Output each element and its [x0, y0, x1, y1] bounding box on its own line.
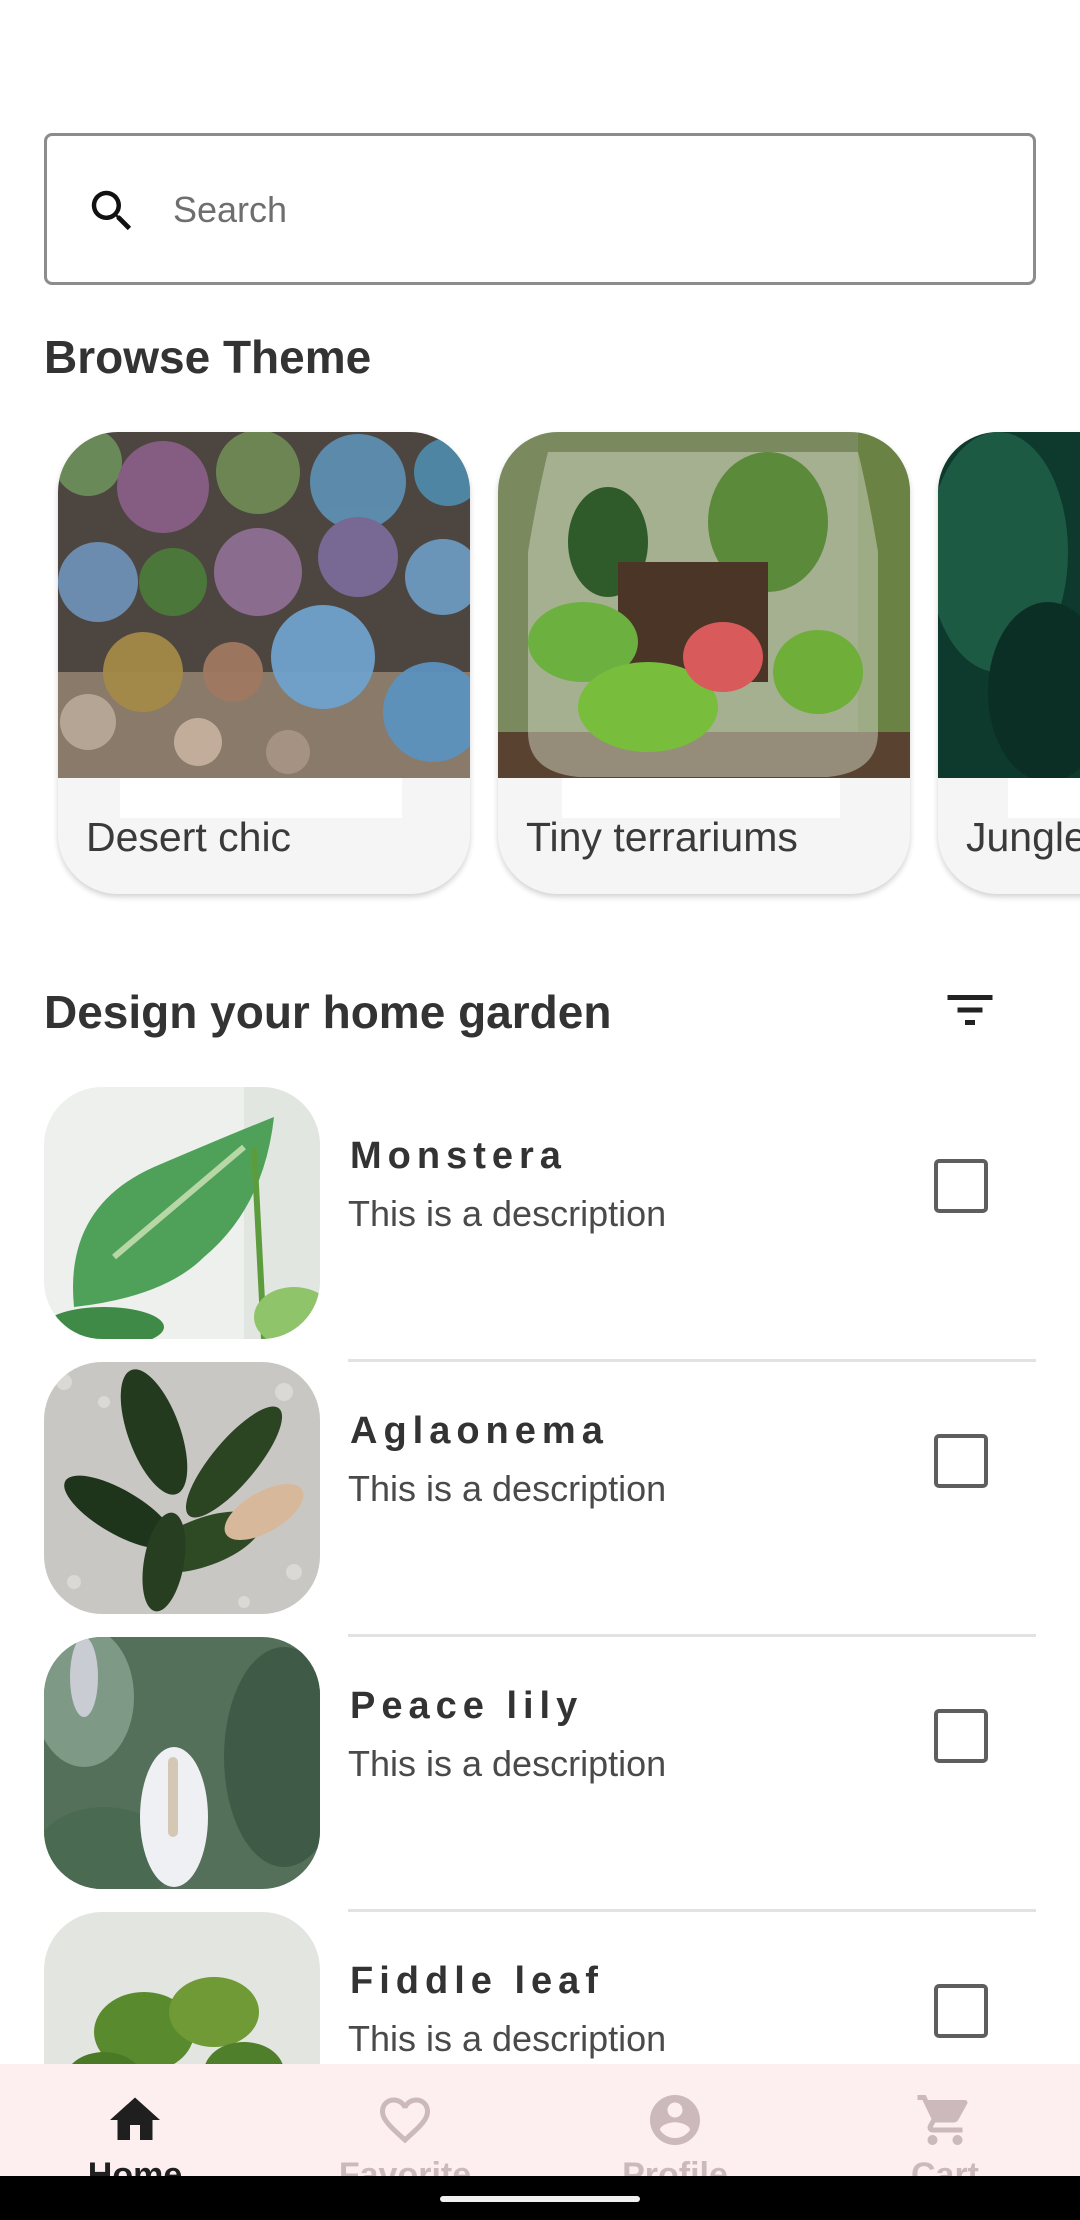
plant-image-peace-lily [44, 1637, 320, 1889]
search-icon [91, 190, 132, 231]
plant-image-aglaonema [44, 1362, 320, 1614]
theme-label: Desert chic [86, 814, 292, 860]
theme-card-desert-chic[interactable]: Desert chic [58, 432, 470, 894]
nav-favorite[interactable]: Favorite [270, 2064, 540, 2176]
home-icon [110, 2097, 160, 2140]
bottom-navigation: Home Favorite Profile Cart [0, 2064, 1080, 2176]
nav-label: Cart [910, 2156, 980, 2176]
theme-image-tiny-terrariums [498, 432, 910, 778]
search-input[interactable] [171, 136, 1005, 284]
nav-label: Favorite [338, 2156, 472, 2176]
nav-home[interactable]: Home [0, 2064, 270, 2176]
filter-icon[interactable] [940, 980, 1000, 1040]
list-item[interactable]: Peace lily This is a description [0, 1637, 1080, 1912]
garden-section-title: Design your home garden [44, 986, 612, 1038]
select-checkbox[interactable] [934, 1159, 988, 1213]
plant-description: This is a description [348, 1468, 667, 1509]
list-item[interactable]: Monstera This is a description [0, 1087, 1080, 1362]
nav-label: Profile [622, 2156, 728, 2176]
theme-label: Jungle [966, 814, 1080, 860]
select-checkbox[interactable] [934, 1984, 988, 2038]
plant-image-monstera [44, 1087, 320, 1339]
plant-description: This is a description [348, 1743, 667, 1784]
home-indicator[interactable] [440, 2196, 640, 2202]
nav-label: Home [87, 2156, 183, 2176]
list-item[interactable]: Aglaonema This is a description [0, 1362, 1080, 1637]
browse-theme-title: Browse Theme [44, 331, 372, 383]
nav-profile[interactable]: Profile [540, 2064, 810, 2176]
plant-name: Peace lily [350, 1685, 584, 1727]
app-screen: Browse Theme [0, 0, 1080, 2220]
select-checkbox[interactable] [934, 1709, 988, 1763]
system-navigation-bar [0, 2176, 1080, 2220]
plant-description: This is a description [348, 1193, 667, 1234]
plant-name: Aglaonema [350, 1410, 609, 1452]
plant-description: This is a description [348, 2018, 667, 2059]
nav-cart[interactable]: Cart [810, 2064, 1080, 2176]
theme-card-tiny-terrariums[interactable]: Tiny terrariums [498, 432, 910, 894]
theme-label: Tiny terrariums [526, 814, 798, 860]
cart-icon [917, 2095, 968, 2145]
heart-icon [380, 2097, 430, 2144]
theme-image-desert-chic [58, 432, 470, 778]
theme-image-jungle [938, 432, 1080, 778]
plant-name: Monstera [350, 1135, 567, 1177]
theme-carousel[interactable]: Desert chic Tiny terrariums Jungle [0, 432, 1080, 902]
select-checkbox[interactable] [934, 1434, 988, 1488]
theme-card-jungle[interactable]: Jungle [938, 432, 1080, 894]
plant-name: Fiddle leaf [350, 1960, 604, 2002]
profile-icon [650, 2095, 700, 2145]
search-bar[interactable] [44, 133, 1036, 285]
